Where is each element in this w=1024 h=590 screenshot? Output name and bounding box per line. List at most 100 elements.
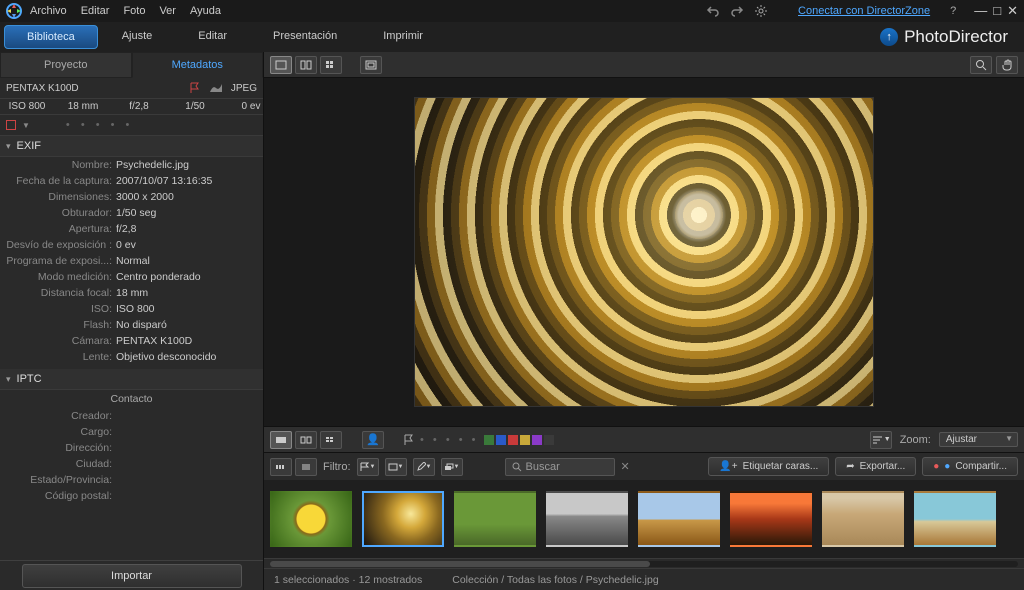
filter-label-icon[interactable]: ▼ <box>385 458 407 476</box>
export-button[interactable]: ➦Exportar... <box>835 457 916 476</box>
menu-editar[interactable]: Editar <box>81 5 110 17</box>
side-tab-metadatos[interactable]: Metadatos <box>132 52 264 78</box>
thumbnail-5[interactable] <box>638 491 720 547</box>
exif-desvio-label: Desvío de exposición : <box>6 239 116 251</box>
zoom-select[interactable]: Ajustar <box>939 432 1018 447</box>
format-badge: JPEG <box>231 83 257 94</box>
connect-directorzone-link[interactable]: Conectar con DirectorZone <box>798 5 930 17</box>
exif-prog-value: Normal <box>116 255 150 267</box>
side-tab-proyecto[interactable]: Proyecto <box>0 52 132 78</box>
flag-icon[interactable] <box>189 82 201 94</box>
quick-focal: 18 mm <box>62 101 104 112</box>
layout-grid-icon[interactable] <box>320 431 342 449</box>
gear-icon[interactable] <box>754 4 768 18</box>
exif-dim-label: Dimensiones: <box>6 191 116 203</box>
menu-ver[interactable]: Ver <box>159 5 176 17</box>
exif-dist-label: Distancia focal: <box>6 287 116 299</box>
app-icon <box>6 3 22 19</box>
exif-lente-value: Objetivo desconocido <box>116 351 216 363</box>
iptc-creador-label: Creador: <box>6 410 116 422</box>
layout-row-icon[interactable] <box>295 431 317 449</box>
mid-toolbar: 👤 • • • • • ▼ Zoom: Ajustar <box>264 426 1024 452</box>
thumbnail-7[interactable] <box>822 491 904 547</box>
search-clear-icon[interactable]: ✕ <box>621 460 630 473</box>
brand-name: PhotoDirector <box>904 27 1008 47</box>
zoom-label: Zoom: <box>900 434 931 446</box>
color-label-dropdown[interactable]: ▼ <box>22 121 30 130</box>
minimize-button[interactable]: — <box>974 3 987 19</box>
swatch-gray[interactable] <box>544 435 554 445</box>
section-exif[interactable]: EXIF <box>0 136 263 157</box>
thumbnail-8[interactable] <box>914 491 996 547</box>
search-placeholder: Buscar <box>526 461 560 473</box>
swatch-green[interactable] <box>484 435 494 445</box>
iptc-ciudad-label: Ciudad: <box>6 458 116 470</box>
export-icon: ➦ <box>846 461 854 472</box>
thumbnail-3[interactable] <box>454 491 536 547</box>
filtro-label: Filtro: <box>323 461 351 473</box>
share-icon: ● <box>933 461 939 472</box>
close-button[interactable]: ✕ <box>1007 3 1018 19</box>
filter-edit-icon[interactable]: ▼ <box>413 458 435 476</box>
thumb-size-small-icon[interactable] <box>270 458 292 476</box>
redo-icon[interactable] <box>730 4 744 18</box>
zoom-tool-icon[interactable] <box>970 56 992 74</box>
face-icon[interactable]: 👤 <box>362 431 384 449</box>
tag-faces-button[interactable]: 👤+Etiquetar caras... <box>708 457 829 476</box>
thumb-size-large-icon[interactable] <box>295 458 317 476</box>
thumbnail-scrollbar[interactable] <box>264 558 1024 568</box>
scrollbar-handle[interactable] <box>270 561 650 567</box>
import-button[interactable]: Importar <box>22 564 242 588</box>
exif-fecha-label: Fecha de la captura: <box>6 175 116 187</box>
exif-iso-value: ISO 800 <box>116 303 155 315</box>
rating-filter[interactable]: • • • • • <box>420 434 478 446</box>
tab-ajuste[interactable]: Ajuste <box>100 25 175 49</box>
exif-prog-label: Programa de exposi...: <box>6 255 116 267</box>
thumbnail-2[interactable] <box>362 491 444 547</box>
thumbnail-4[interactable] <box>546 491 628 547</box>
layout-single-icon[interactable] <box>270 431 292 449</box>
menu-foto[interactable]: Foto <box>123 5 145 17</box>
menu-ayuda[interactable]: Ayuda <box>190 5 221 17</box>
upload-icon[interactable]: ↑ <box>880 28 898 46</box>
filter-stack-icon[interactable]: ▼ <box>441 458 463 476</box>
thumbnail-1[interactable] <box>270 491 352 547</box>
view-single-icon[interactable] <box>270 56 292 74</box>
swatch-blue[interactable] <box>496 435 506 445</box>
exif-fecha-value: 2007/10/07 13:16:35 <box>116 175 212 187</box>
pan-tool-icon[interactable] <box>996 56 1018 74</box>
swatch-yellow[interactable] <box>520 435 530 445</box>
camera-model: PENTAX K100D <box>6 83 79 94</box>
preview-area[interactable] <box>264 78 1024 426</box>
title-bar: Archivo Editar Foto Ver Ayuda Conectar c… <box>0 0 1024 22</box>
section-iptc[interactable]: IPTC <box>0 369 263 390</box>
tab-editar[interactable]: Editar <box>176 25 249 49</box>
search-input[interactable]: Buscar <box>505 458 615 476</box>
fullscreen-icon[interactable] <box>360 56 382 74</box>
color-filter[interactable] <box>484 435 554 445</box>
thumbnail-6[interactable] <box>730 491 812 547</box>
view-split-icon[interactable] <box>295 56 317 74</box>
star-rating[interactable]: • • • • • <box>66 119 133 131</box>
flag-filter-icon[interactable] <box>404 434 414 446</box>
swatch-purple[interactable] <box>532 435 542 445</box>
color-label-swatch[interactable] <box>6 120 16 130</box>
undo-icon[interactable] <box>706 4 720 18</box>
share-button[interactable]: ●●Compartir... <box>922 457 1018 476</box>
histogram-icon[interactable] <box>209 83 223 93</box>
view-grid-icon[interactable] <box>320 56 342 74</box>
exif-aper-label: Apertura: <box>6 223 116 235</box>
quick-shutter: 1/50 <box>174 101 216 112</box>
exif-aper-value: f/2,8 <box>116 223 136 235</box>
help-icon[interactable]: ? <box>950 5 956 17</box>
menu-archivo[interactable]: Archivo <box>30 5 67 17</box>
quick-iso: ISO 800 <box>6 101 48 112</box>
sort-icon[interactable]: ▼ <box>870 431 892 449</box>
preview-image <box>414 97 874 407</box>
maximize-button[interactable]: □ <box>993 3 1001 19</box>
swatch-red[interactable] <box>508 435 518 445</box>
tab-imprimir[interactable]: Imprimir <box>361 25 445 49</box>
tab-presentacion[interactable]: Presentación <box>251 25 359 49</box>
tab-biblioteca[interactable]: Biblioteca <box>4 25 98 49</box>
filter-flag-icon[interactable]: ▼ <box>357 458 379 476</box>
